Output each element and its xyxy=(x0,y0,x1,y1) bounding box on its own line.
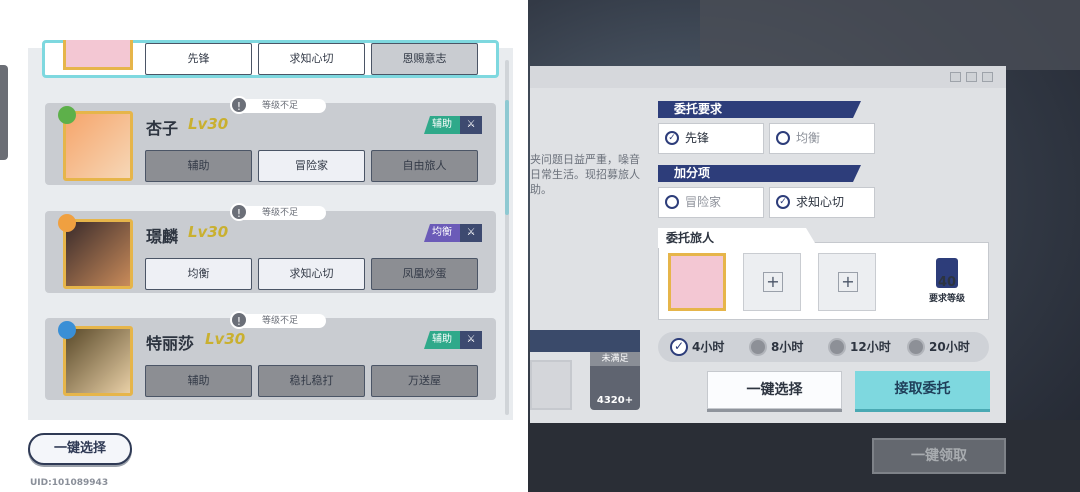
close-icon[interactable] xyxy=(982,72,993,82)
tag-chip: 辅助 xyxy=(145,365,252,397)
role-tag: 辅助 ⚔ xyxy=(424,331,482,349)
check-icon: ✓ xyxy=(776,195,790,209)
travelers-header: 委托旅人 xyxy=(658,228,818,248)
duration-option-8h[interactable]: 8小时 xyxy=(749,338,803,356)
tag-chip: 先锋 xyxy=(145,43,252,75)
check-icon: ✓ xyxy=(665,131,679,145)
tag-chip: 冒险家 xyxy=(258,150,365,182)
requirement-balanced: 均衡 xyxy=(769,123,875,154)
reward-header-bar xyxy=(530,330,640,352)
traveler-name: 杏子 xyxy=(146,119,179,138)
duration-option-20h[interactable]: 20小时 xyxy=(907,338,970,356)
bonus-curious: ✓ 求知心切 xyxy=(769,187,875,218)
role-label: 均衡 xyxy=(432,227,452,238)
duration-option-4h[interactable]: ✓ 4小时 xyxy=(670,338,724,356)
assigned-traveler-avatar[interactable] xyxy=(668,253,726,311)
tag-chip: 稳扎稳打 xyxy=(258,365,365,397)
requirement-vanguard: ✓ 先锋 xyxy=(658,123,764,154)
warning-icon: ! xyxy=(230,96,248,114)
background-shape xyxy=(700,0,1080,70)
empty-traveler-slot[interactable]: + xyxy=(818,253,876,311)
role-tag: 均衡 ⚔ xyxy=(424,224,482,242)
tag-chip: 凤凰炒蛋 xyxy=(371,258,478,290)
empty-traveler-slot[interactable]: + xyxy=(743,253,801,311)
traveler-name: 璟麟 xyxy=(146,227,179,246)
traveler-avatar xyxy=(63,40,133,70)
warning-icon: ! xyxy=(230,311,248,329)
level-warning: ! 等级不足 xyxy=(230,203,326,221)
reward-slot xyxy=(530,360,572,410)
unchecked-circle-icon xyxy=(776,131,790,145)
level-warning: ! 等级不足 xyxy=(230,96,326,114)
role-tag: 辅助 ⚔ xyxy=(424,116,482,134)
tag-chip: 求知心切 xyxy=(258,43,365,75)
requirements-header: 委托要求 xyxy=(658,101,861,118)
element-badge-icon xyxy=(58,321,76,339)
role-label: 辅助 xyxy=(432,119,452,130)
required-level-label: 要求等级 xyxy=(928,294,965,304)
traveler-avatar xyxy=(63,219,133,289)
commission-description: 夹问题日益严重，噪音 日常生活。现招募旅人 助。 xyxy=(530,153,640,196)
tag-chip: 均衡 xyxy=(145,258,252,290)
tag-chip: 万送屋 xyxy=(371,365,478,397)
sword-icon: ⚔ xyxy=(460,116,482,134)
scrollbar-thumb[interactable] xyxy=(505,100,509,215)
sword-icon: ⚔ xyxy=(460,331,482,349)
one-click-select-button[interactable]: 一键选择 xyxy=(28,433,132,465)
one-click-collect-button[interactable]: 一键领取 xyxy=(872,438,1006,474)
plus-icon: + xyxy=(763,272,783,292)
traveler-level: Lv30 xyxy=(188,115,229,133)
role-label: 辅助 xyxy=(432,334,452,345)
traveler-name: 特丽莎 xyxy=(146,334,195,353)
tag-chip: 自由旅人 xyxy=(371,150,478,182)
tag-chip: 恩赐意志 xyxy=(371,43,478,75)
duration-option-12h[interactable]: 12小时 xyxy=(828,338,891,356)
tag-chip: 求知心切 xyxy=(258,258,365,290)
radio-icon xyxy=(828,338,846,356)
bonus-header: 加分项 xyxy=(658,165,861,182)
check-icon: ✓ xyxy=(670,338,688,356)
sword-icon: ⚔ xyxy=(460,224,482,242)
warning-icon: ! xyxy=(230,203,248,221)
minimize-icon[interactable] xyxy=(950,72,961,82)
traveler-avatar xyxy=(63,111,133,181)
plus-icon: + xyxy=(838,272,858,292)
traveler-level: Lv30 xyxy=(188,223,229,241)
unchecked-circle-icon xyxy=(665,195,679,209)
bonus-adventurer: 冒险家 xyxy=(658,187,764,218)
radio-icon xyxy=(749,338,767,356)
tag-chip: 辅助 xyxy=(145,150,252,182)
bonus-status-label: 未满足 xyxy=(590,352,640,366)
required-level: 40 xyxy=(937,275,957,290)
bonus-count: 4320+ xyxy=(596,395,634,406)
uid-label: UID:101089943 xyxy=(30,478,109,488)
dialog-titlebar xyxy=(530,66,1006,88)
panel-edge-handle xyxy=(0,65,8,160)
element-badge-icon xyxy=(58,106,76,124)
traveler-level: Lv30 xyxy=(205,330,246,348)
one-click-select-button[interactable]: 一键选择 xyxy=(707,371,842,409)
element-badge-icon xyxy=(58,214,76,232)
traveler-avatar xyxy=(63,326,133,396)
traveler-list-panel: 先锋 求知心切 恩赐意志 杏子 Lv30 辅助 ⚔ ! 等级不足 辅助 冒险家 … xyxy=(0,0,528,492)
level-warning: ! 等级不足 xyxy=(230,311,326,329)
maximize-icon[interactable] xyxy=(966,72,977,82)
radio-icon xyxy=(907,338,925,356)
accept-commission-button[interactable]: 接取委托 xyxy=(855,371,990,409)
